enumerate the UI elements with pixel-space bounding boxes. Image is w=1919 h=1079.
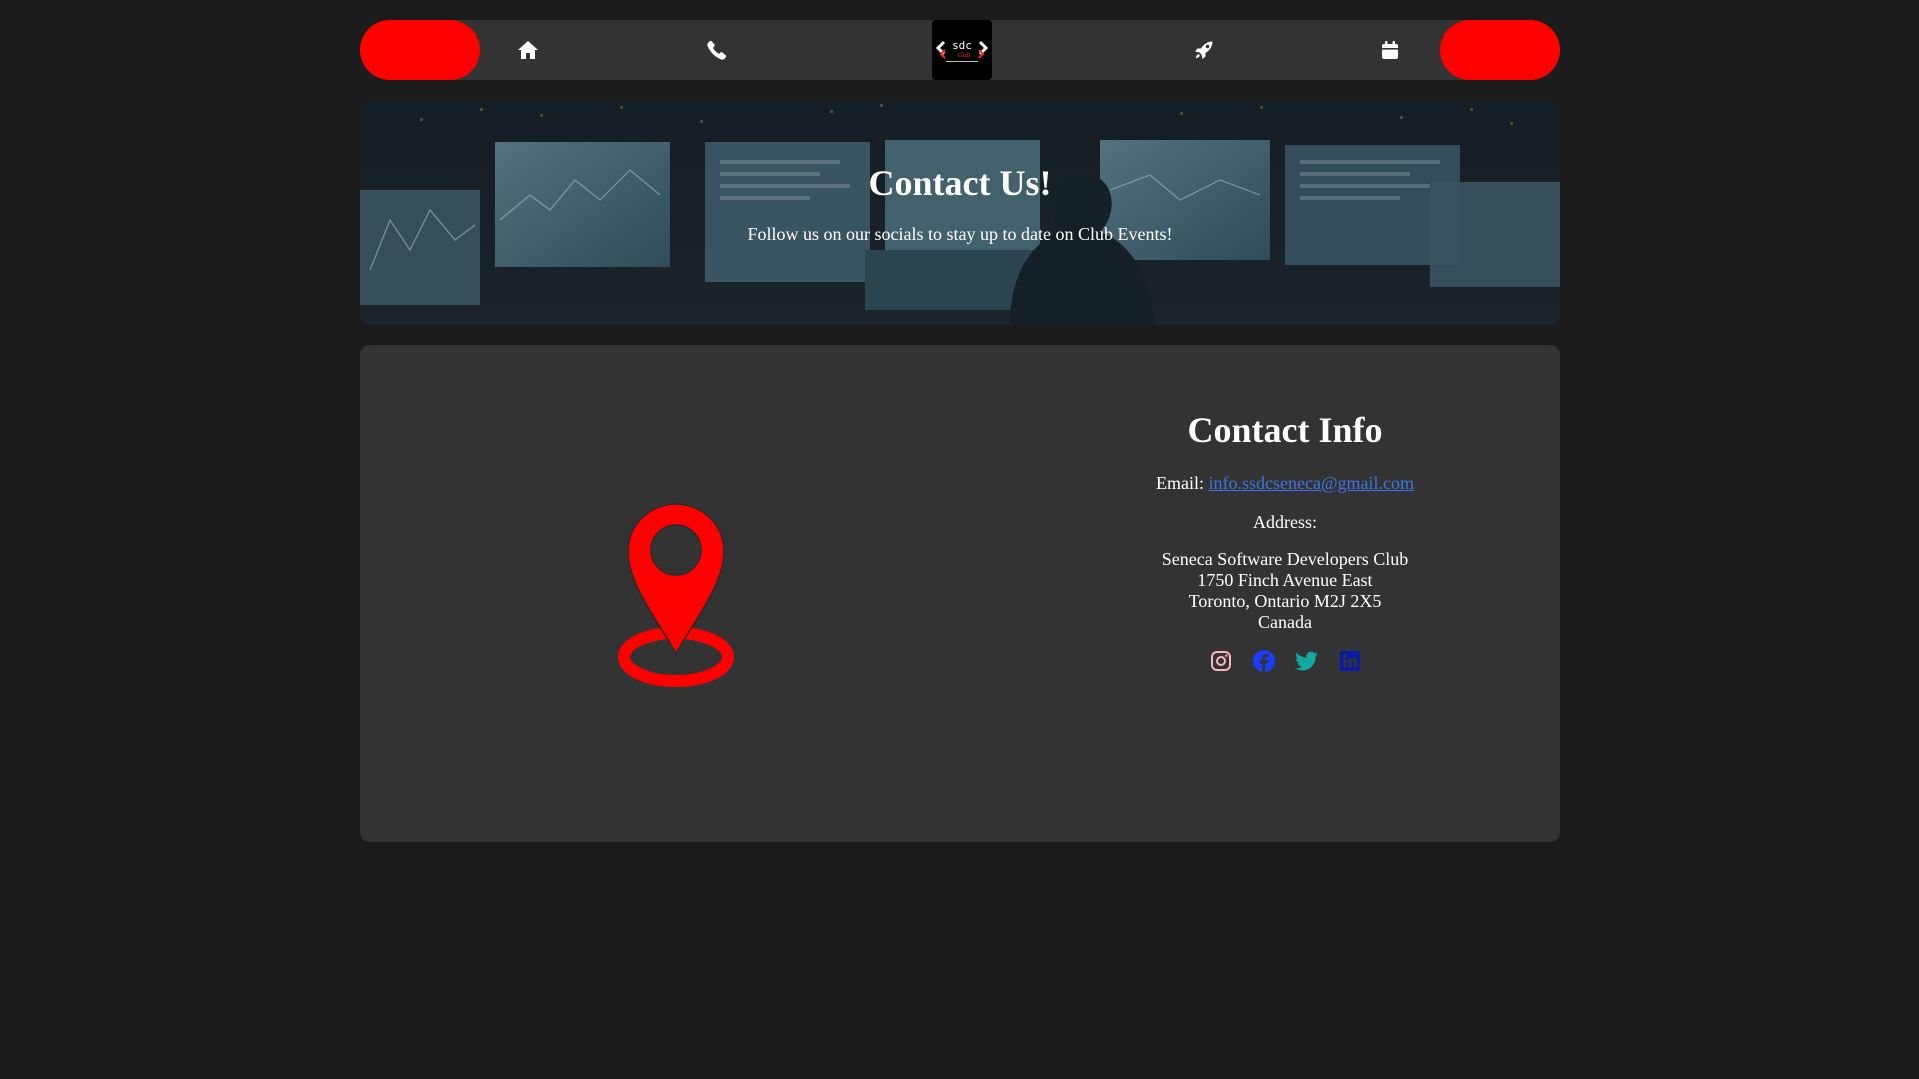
logo-text: sdc	[952, 39, 972, 52]
email-line: Email: info.ssdcseneca@gmail.com	[1085, 471, 1485, 495]
svg-text:club: club	[958, 52, 971, 59]
social-links	[1085, 649, 1485, 673]
location-pin-icon	[618, 500, 734, 696]
nav-right-pill-button[interactable]	[1440, 20, 1560, 80]
email-label: Email:	[1155, 473, 1204, 493]
linkedin-icon[interactable]	[1338, 649, 1362, 673]
contact-info: Contact Info Email: info.ssdcseneca@gmai…	[1085, 405, 1485, 673]
instagram-icon[interactable]	[1209, 649, 1233, 673]
nav-bar: sdc club	[360, 20, 1560, 80]
email-link[interactable]: info.ssdcseneca@gmail.com	[1208, 473, 1414, 493]
phone-icon[interactable]	[705, 38, 729, 62]
page-title: Contact Us!	[868, 163, 1052, 203]
contact-info-title: Contact Info	[1187, 410, 1383, 450]
hero-background-image	[360, 100, 1560, 325]
twitter-icon[interactable]	[1294, 649, 1319, 673]
address-line: 1750 Finch Avenue East	[1197, 570, 1373, 590]
calendar-icon[interactable]	[1378, 38, 1402, 62]
rocket-icon[interactable]	[1192, 38, 1216, 62]
address-line: Seneca Software Developers Club	[1161, 549, 1409, 569]
home-icon[interactable]	[516, 38, 540, 62]
address-line: Toronto, Ontario M2J 2X5	[1188, 591, 1382, 611]
address-label: Address:	[1253, 512, 1317, 532]
facebook-icon[interactable]	[1252, 649, 1276, 673]
address-block: Seneca Software Developers Club 1750 Fin…	[1085, 549, 1485, 633]
hero-banner: Contact Us! Follow us on our socials to …	[360, 100, 1560, 325]
contact-card: Contact Info Email: info.ssdcseneca@gmai…	[360, 345, 1560, 842]
club-logo[interactable]: sdc club	[932, 20, 992, 80]
nav-left-pill-button[interactable]	[360, 20, 480, 80]
page-subtitle: Follow us on our socials to stay up to d…	[747, 224, 1173, 244]
address-line: Canada	[1258, 612, 1312, 632]
